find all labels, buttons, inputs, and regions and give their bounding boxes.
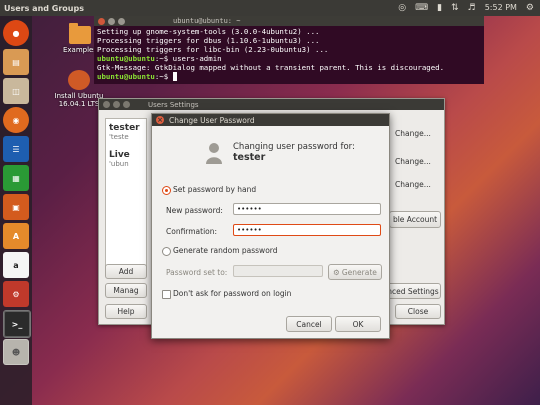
minimize-icon[interactable]	[108, 17, 115, 25]
user-login: 'teste	[109, 133, 129, 141]
dont-ask-label[interactable]: Don't ask for password on login	[173, 289, 291, 298]
user-list[interactable]: tester 'teste Live 'ubun	[105, 118, 147, 275]
terminal-line: ubuntu@ubuntu:~$ users-admin	[97, 54, 481, 63]
help-button[interactable]: Help	[105, 304, 147, 319]
maximize-icon[interactable]	[123, 101, 130, 108]
generate-random-label[interactable]: Generate random password	[173, 246, 278, 255]
gear-icon[interactable]: ⚙	[526, 0, 534, 16]
list-item[interactable]: tester 'teste	[109, 123, 140, 141]
top-panel: Users and Groups ◎ ⌨ ▮ ⇅ ♬ 5:52 PM ⚙	[0, 0, 540, 16]
close-icon[interactable]	[103, 101, 110, 108]
terminal-command: :~$	[154, 72, 169, 81]
enable-account-button[interactable]: ble Account	[389, 211, 441, 228]
network-icon[interactable]: ⇅	[451, 0, 459, 16]
user-name: tester	[109, 123, 140, 133]
file-cabinet-icon[interactable]: ◫	[3, 78, 29, 104]
list-item[interactable]: Live 'ubun	[109, 150, 130, 168]
folder-icon	[69, 23, 91, 44]
terminal-output[interactable]: Setting up gnome-system-tools (3.0.0-4ub…	[94, 26, 484, 82]
files-icon[interactable]: ▤	[3, 49, 29, 75]
confirmation-field[interactable]: ••••••	[233, 224, 381, 236]
generate-button-label: Generate	[341, 267, 377, 277]
advanced-settings-button[interactable]: nced Settings	[385, 283, 441, 299]
dialog-header-user: tester	[233, 152, 266, 163]
generate-button: ⚙ Generate	[328, 264, 382, 280]
terminal-line: Gtk-Message: GtkDialog mapped without a …	[97, 63, 445, 72]
password-set-to-label: Password set to:	[166, 268, 228, 277]
generate-random-radio[interactable]	[162, 247, 171, 256]
terminal-command: :~$ users-admin	[154, 54, 222, 63]
add-user-button[interactable]: Add	[105, 264, 147, 279]
amazon-icon[interactable]: a	[3, 252, 29, 278]
user-name: Live	[109, 150, 130, 160]
active-window-title: Users and Groups	[4, 3, 84, 13]
terminal-line: Processing triggers for dbus (1.10.6-1ub…	[97, 36, 320, 45]
user-login: 'ubun	[109, 160, 129, 168]
firefox-icon[interactable]: ◉	[3, 107, 29, 133]
terminal-prompt: ubuntu@ubuntu	[97, 54, 155, 63]
terminal-titlebar[interactable]: ubuntu@ubuntu: ~	[94, 16, 484, 26]
desktop-icon-label: Install Ubuntu	[54, 92, 104, 100]
terminal-icon[interactable]: >_	[3, 310, 31, 338]
clock[interactable]: 5:52 PM	[485, 0, 517, 16]
ubuntu-logo-icon[interactable]: ◎	[398, 0, 406, 16]
cancel-button[interactable]: Cancel	[286, 316, 332, 332]
manage-groups-button[interactable]: Manag	[105, 283, 147, 298]
volume-icon[interactable]: ♬	[468, 0, 476, 16]
indicator-area: ◎ ⌨ ▮ ⇅ ♬ 5:52 PM ⚙	[398, 0, 534, 16]
users-icon[interactable]: ☻	[3, 339, 29, 365]
keyboard-icon[interactable]: ⌨	[415, 0, 428, 16]
users-settings-titlebar[interactable]: Users Settings	[99, 99, 444, 110]
minimize-icon[interactable]	[113, 101, 120, 108]
dialog-titlebar[interactable]: × Change User Password	[152, 114, 389, 126]
set-by-hand-radio[interactable]	[162, 186, 171, 195]
ok-button[interactable]: OK	[335, 316, 381, 332]
terminal-line: Setting up gnome-system-tools (3.0.0-4ub…	[97, 27, 320, 36]
new-password-label: New password:	[166, 206, 223, 215]
set-by-hand-label[interactable]: Set password by hand	[173, 185, 256, 194]
desktop-icon-label: Examples	[62, 46, 97, 54]
close-button[interactable]: Close	[395, 304, 441, 319]
gear-icon: ⚙	[333, 267, 340, 277]
terminal-line: ubuntu@ubuntu:~$	[97, 72, 481, 81]
users-settings-title: Users Settings	[148, 100, 199, 109]
terminal-prompt: ubuntu@ubuntu	[97, 72, 155, 81]
change-account-type-button[interactable]: Change...	[395, 157, 431, 166]
change-password-button[interactable]: Change...	[395, 180, 431, 189]
password-set-to-field	[233, 265, 323, 277]
terminal-line: Processing triggers for libc-bin (2.23-0…	[97, 45, 329, 54]
new-password-field[interactable]: ••••••	[233, 203, 381, 215]
launcher: ● ▤ ◫ ◉ ☰ ▦ ▣ A a ⚙ >_ ☻	[0, 16, 32, 405]
confirmation-label: Confirmation:	[166, 227, 218, 236]
impress-icon[interactable]: ▣	[3, 194, 29, 220]
terminal-title: ubuntu@ubuntu: ~	[173, 17, 241, 25]
dialog-title: Change User Password	[169, 115, 255, 125]
installer-icon	[68, 70, 90, 90]
change-name-button[interactable]: Change...	[395, 129, 431, 138]
maximize-icon[interactable]	[118, 17, 125, 25]
close-icon[interactable]	[98, 17, 105, 25]
desktop-icon-label-2: 16.04.1 LTS	[58, 100, 100, 108]
software-center-icon[interactable]: A	[3, 223, 29, 249]
terminal-window[interactable]: ubuntu@ubuntu: ~ Setting up gnome-system…	[94, 16, 484, 84]
dont-ask-checkbox[interactable]	[162, 290, 171, 299]
dash-icon[interactable]: ●	[3, 20, 29, 46]
settings-icon[interactable]: ⚙	[3, 281, 29, 307]
calc-icon[interactable]: ▦	[3, 165, 29, 191]
dialog-header-text: Changing user password for:	[233, 142, 355, 152]
avatar-icon	[206, 143, 222, 164]
change-password-dialog[interactable]: × Change User Password Changing user pas…	[151, 113, 390, 339]
battery-icon[interactable]: ▮	[437, 0, 442, 16]
writer-icon[interactable]: ☰	[3, 136, 29, 162]
close-icon[interactable]: ×	[156, 116, 164, 124]
